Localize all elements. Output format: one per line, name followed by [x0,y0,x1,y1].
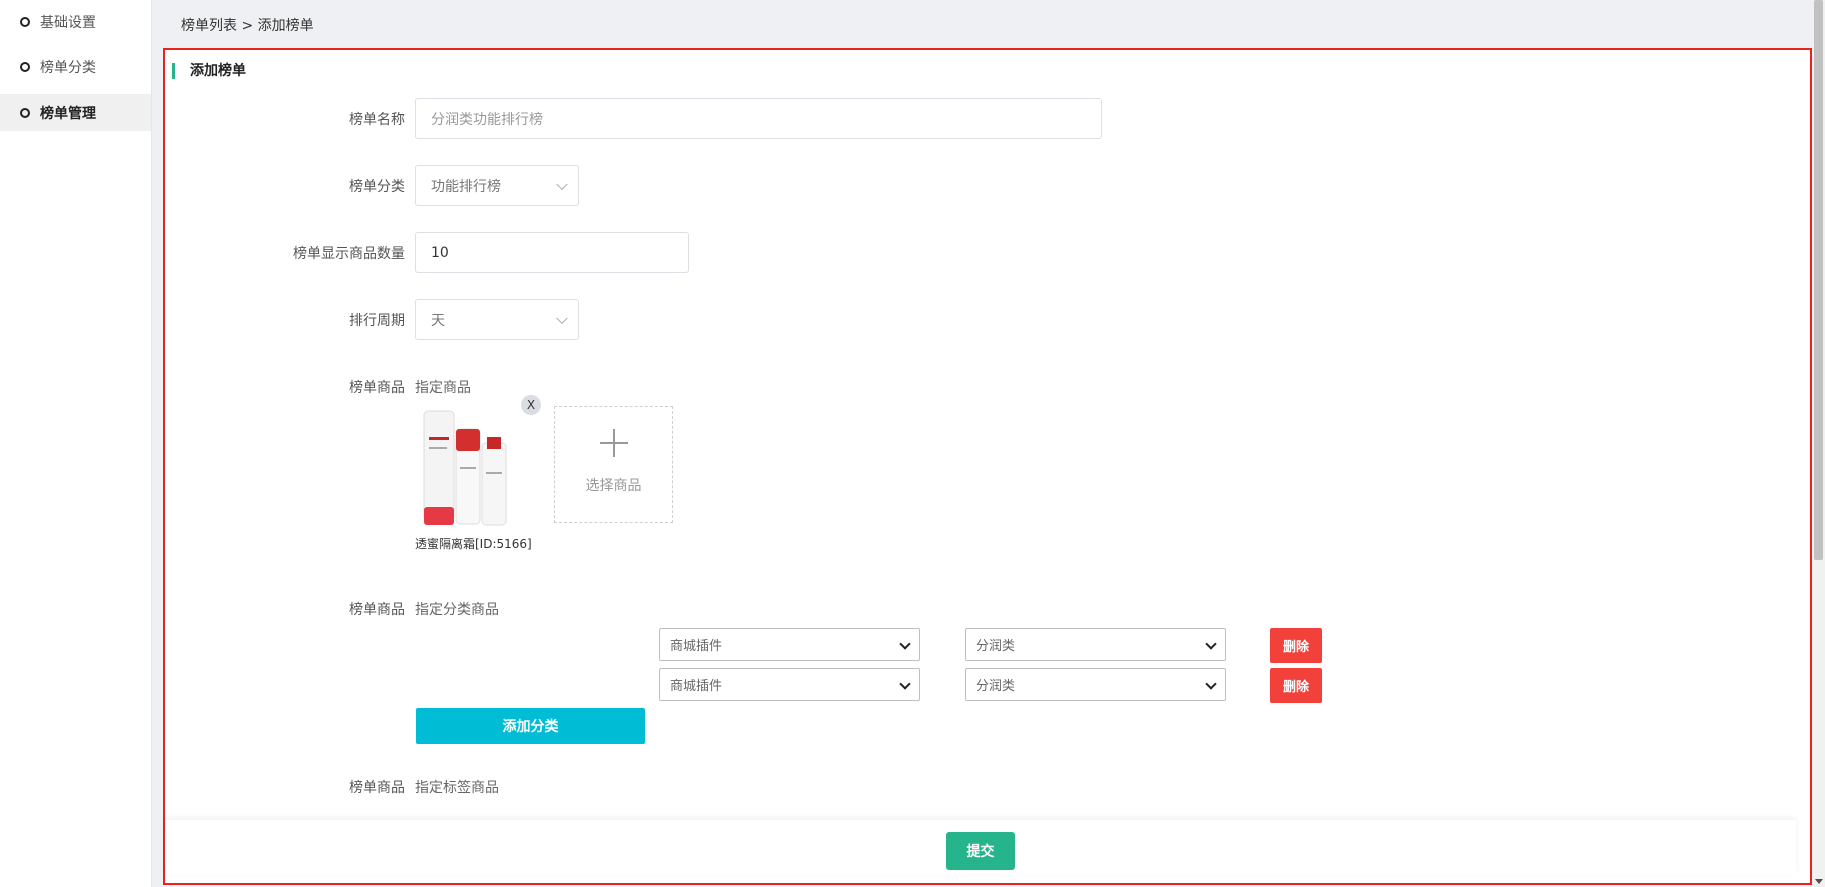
sidebar-item-basic-settings[interactable]: 基础设置 [0,3,151,40]
breadcrumb: 榜单列表 > 添加榜单 [181,15,314,35]
scrollbar-thumb[interactable] [1814,0,1823,560]
category-label: 榜单分类 [349,179,405,195]
plugin-select-2[interactable]: 商城插件 [659,668,920,701]
product-caption: 透蜜隔离霜[ID:5166] [415,537,532,551]
sidebar-item-ranking-management[interactable]: 榜单管理 [0,94,151,131]
select-product-button[interactable]: 选择商品 [554,406,673,523]
sidebar-item-label: 基础设置 [40,14,96,31]
sidebar-item-ranking-category[interactable]: 榜单分类 [0,48,151,85]
count-value: 10 [431,244,449,261]
form-panel: 添加榜单 榜单名称 分润类功能排行榜 榜单分类 功能排行榜 榜单显示商品数量 1… [163,48,1812,885]
plugin-select-value: 商城插件 [670,639,723,654]
scrollbar[interactable] [1812,0,1825,887]
circle-icon [20,61,30,72]
footer-bar: 提交 [165,820,1796,875]
select-product-label: 选择商品 [585,478,642,494]
name-input[interactable]: 分润类功能排行榜 [415,98,1102,139]
circle-icon [20,107,30,118]
category-select[interactable]: 功能排行榜 [415,165,579,206]
chevron-down-icon [556,312,568,324]
breadcrumb-parent[interactable]: 榜单列表 [181,18,237,34]
sidebar-item-label: 榜单分类 [40,59,96,76]
breadcrumb-separator: > [237,18,258,34]
count-input[interactable]: 10 [415,232,689,273]
product-thumbnail[interactable] [419,407,514,532]
add-category-button[interactable]: 添加分类 [416,708,645,744]
chevron-down-icon [899,678,911,690]
period-label: 排行周期 [349,313,405,329]
goods-tag-mode: 指定标签商品 [415,780,499,796]
goods-tag-label: 榜单商品 [349,780,405,796]
category-select-1[interactable]: 分润类 [965,628,1226,661]
name-placeholder: 分润类功能排行榜 [431,111,543,128]
plus-icon [600,429,628,457]
goods-category-label: 榜单商品 [349,602,405,618]
category-select-value: 分润类 [976,679,1016,694]
plugin-select-1[interactable]: 商城插件 [659,628,920,661]
goods-specified-mode: 指定商品 [415,380,471,396]
chevron-down-icon [1205,638,1217,650]
sidebar-item-label: 榜单管理 [40,105,96,122]
page-title: 添加榜单 [172,63,246,79]
circle-icon [20,16,30,27]
delete-button[interactable]: 删除 [1270,668,1322,703]
goods-specified-label: 榜单商品 [349,380,405,396]
plugin-select-value: 商城插件 [670,679,723,694]
delete-button[interactable]: 删除 [1270,628,1322,663]
sidebar: 基础设置 榜单分类 榜单管理 [0,0,152,887]
period-value: 天 [431,312,445,329]
name-label: 榜单名称 [349,112,405,128]
period-select[interactable]: 天 [415,299,579,340]
chevron-down-icon [899,638,911,650]
remove-product-button[interactable]: X [521,395,541,415]
goods-category-mode: 指定分类商品 [415,602,499,618]
category-select-value: 分润类 [976,639,1016,654]
category-select-2[interactable]: 分润类 [965,668,1226,701]
submit-button[interactable]: 提交 [946,832,1015,870]
count-label: 榜单显示商品数量 [293,246,405,262]
chevron-down-icon [556,178,568,190]
category-value: 功能排行榜 [431,178,501,195]
scroll-down-arrow-icon[interactable] [1815,879,1823,884]
breadcrumb-current: 添加榜单 [257,18,314,34]
chevron-down-icon [1205,678,1217,690]
